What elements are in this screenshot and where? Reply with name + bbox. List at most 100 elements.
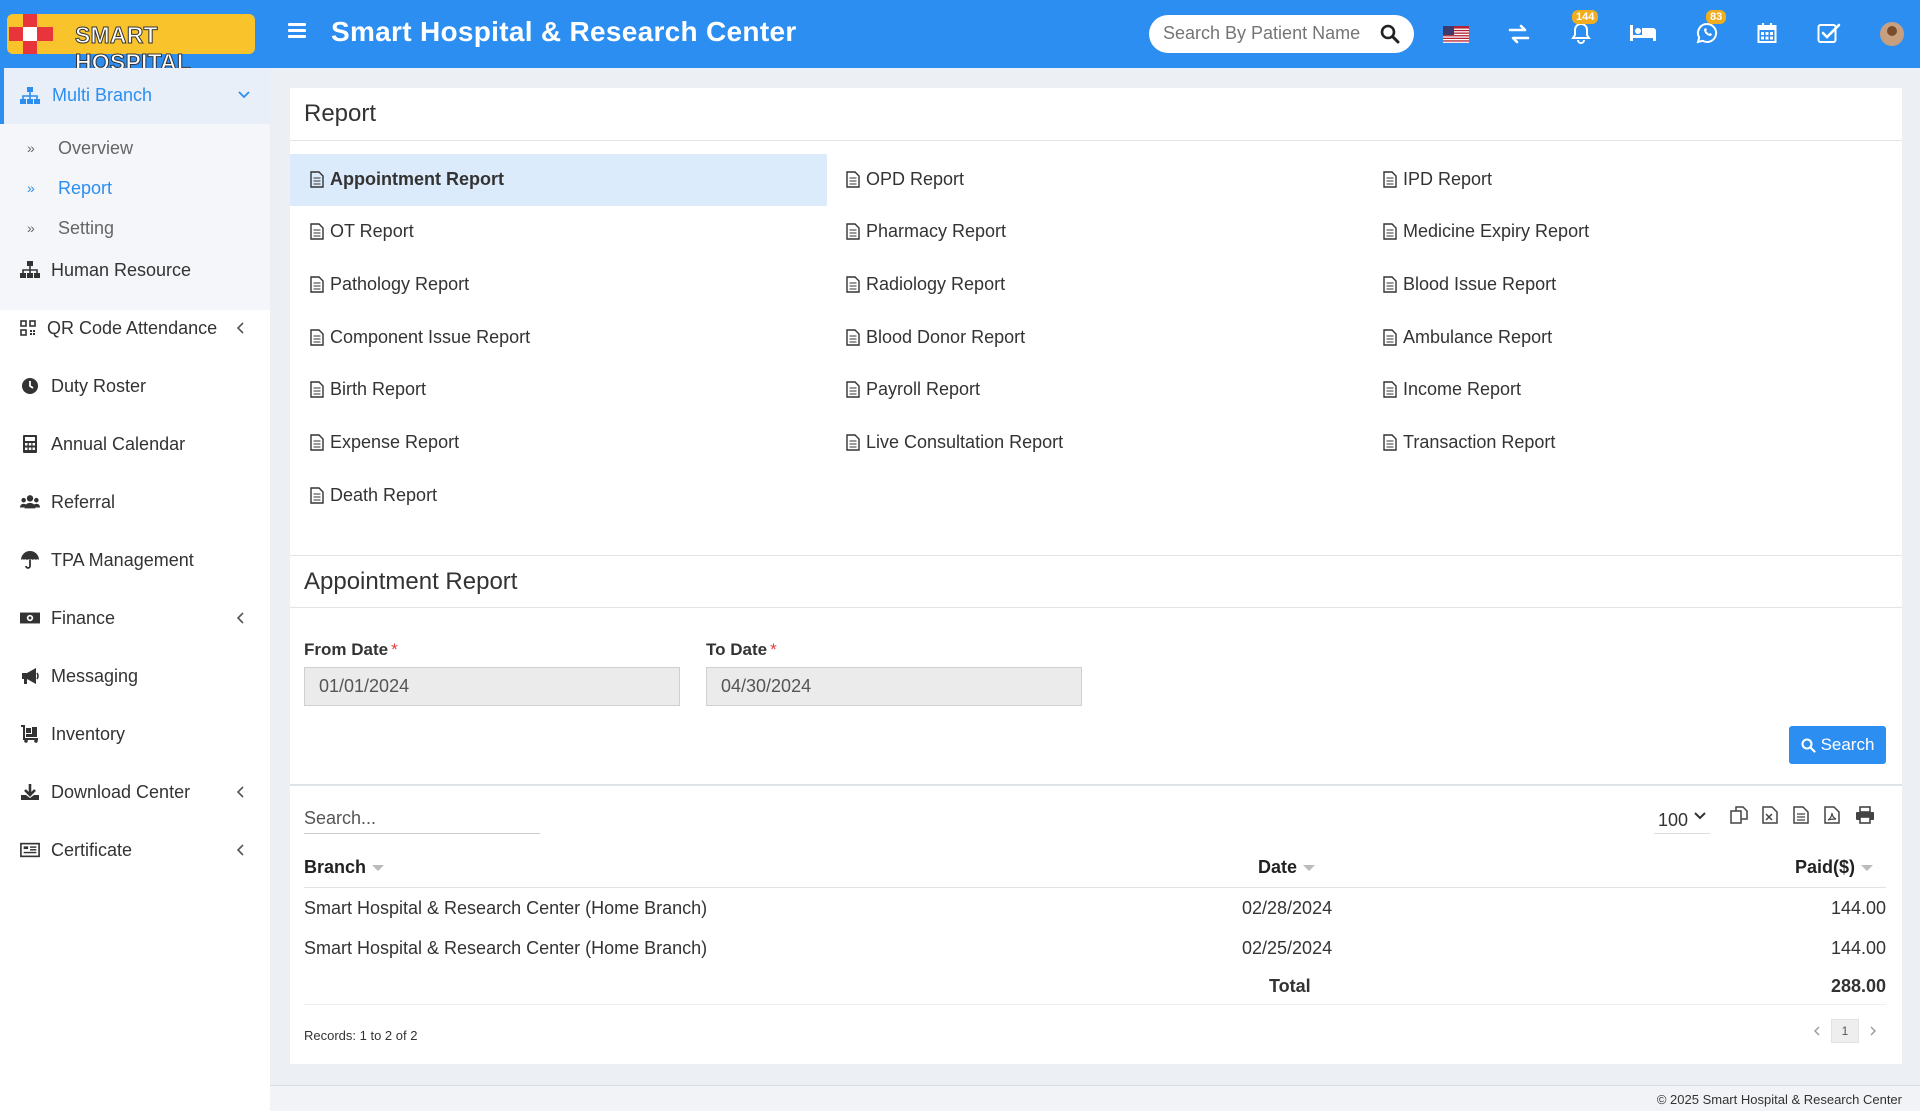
table-search-input[interactable]: Search...	[304, 804, 540, 834]
user-avatar[interactable]	[1880, 22, 1904, 46]
chevron-left-icon	[236, 786, 244, 798]
print-icon[interactable]	[1855, 806, 1875, 824]
bed-icon[interactable]	[1629, 24, 1657, 42]
sidebar-item-tpa-management[interactable]: TPA Management	[0, 540, 270, 580]
next-page-icon[interactable]	[1870, 1026, 1876, 1036]
sidebar-subitem-report[interactable]: » Report	[0, 170, 270, 206]
report-link[interactable]: Live Consultation Report	[846, 427, 1063, 457]
sidebar-subitem-setting[interactable]: » Setting	[0, 210, 270, 246]
column-header-date[interactable]: Date	[1258, 857, 1316, 878]
report-link[interactable]: IPD Report	[1383, 164, 1492, 194]
excel-icon[interactable]	[1762, 806, 1778, 824]
sidebar-item-finance[interactable]: Finance	[0, 598, 270, 638]
report-link[interactable]: OPD Report	[846, 164, 964, 194]
divider	[304, 1004, 1886, 1005]
sidebar-item-inventory[interactable]: Inventory	[0, 714, 270, 754]
column-header-paid[interactable]: Paid($)	[1795, 857, 1874, 878]
report-link[interactable]: Appointment Report	[310, 164, 504, 194]
cell-paid: 144.00	[1830, 938, 1886, 958]
from-date-input[interactable]: 01/01/2024	[304, 667, 680, 706]
chevron-left-icon	[236, 322, 244, 334]
divider	[290, 140, 1902, 141]
to-date-input[interactable]: 04/30/2024	[706, 667, 1082, 706]
report-link[interactable]: Blood Issue Report	[1383, 269, 1556, 299]
menu-toggle-icon[interactable]	[288, 23, 306, 39]
sidebar-subitem-overview[interactable]: » Overview	[0, 130, 270, 166]
sidebar-item-referral[interactable]: Referral	[0, 482, 270, 522]
sidebar-item-messaging[interactable]: Messaging	[0, 656, 270, 696]
report-link[interactable]: Radiology Report	[846, 269, 1005, 299]
whatsapp-icon[interactable]	[1696, 22, 1718, 44]
search-icon[interactable]	[1380, 24, 1400, 44]
bell-icon[interactable]	[1571, 22, 1591, 44]
report-link[interactable]: Birth Report	[310, 374, 426, 404]
report-link-label: OPD Report	[866, 168, 965, 189]
page-size-value: 100	[1658, 810, 1689, 830]
page-size-select[interactable]: 100	[1654, 806, 1710, 834]
sidebar-item-download-center[interactable]: Download Center	[0, 772, 270, 812]
sidebar-item-human-resource[interactable]: Human Resource	[0, 250, 270, 290]
report-link[interactable]: Ambulance Report	[1383, 322, 1552, 352]
page-number-button[interactable]: 1	[1831, 1019, 1859, 1043]
report-link[interactable]: Component Issue Report	[310, 322, 530, 352]
report-link-label: Radiology Report	[866, 273, 1006, 294]
sitemap-icon	[20, 87, 40, 104]
sidebar-item-annual-calendar[interactable]: Annual Calendar	[0, 424, 270, 464]
sidebar-item-multi-branch[interactable]: Multi Branch	[0, 68, 270, 124]
file-text-icon	[846, 328, 860, 346]
report-link[interactable]: Payroll Report	[846, 374, 980, 404]
sidebar-item-duty-roster[interactable]: Duty Roster	[0, 366, 270, 406]
report-link[interactable]: OT Report	[310, 216, 414, 246]
from-date-label: From Date *	[304, 640, 398, 659]
file-text-icon	[1383, 380, 1397, 398]
prev-page-icon[interactable]	[1814, 1026, 1820, 1036]
search-button-label: Search	[1820, 735, 1875, 754]
sitemap-icon	[20, 261, 40, 278]
sort-icon	[1861, 865, 1874, 872]
report-link[interactable]: Expense Report	[310, 427, 459, 457]
report-link-label: Medicine Expiry Report	[1403, 220, 1590, 241]
sidebar-item-qr-code-attendance[interactable]: QR Code Attendance	[0, 308, 270, 348]
search-button[interactable]: Search	[1789, 726, 1886, 764]
report-link[interactable]: Death Report	[310, 480, 437, 510]
sidebar-item-label: Duty Roster	[51, 376, 147, 396]
column-header-branch[interactable]: Branch	[304, 857, 385, 878]
patient-search-input[interactable]	[1163, 23, 1363, 44]
report-link[interactable]: Pharmacy Report	[846, 216, 1006, 246]
report-link[interactable]: Income Report	[1383, 374, 1521, 404]
report-link[interactable]: Medicine Expiry Report	[1383, 216, 1589, 246]
chevron-left-icon	[236, 844, 244, 856]
sidebar-item-label: Finance	[51, 608, 116, 628]
double-chevron-icon: »	[27, 220, 35, 236]
report-link[interactable]: Blood Donor Report	[846, 322, 1025, 352]
calculator-icon	[23, 435, 37, 453]
page-footer: © 2025 Smart Hospital & Research Center	[270, 1085, 1920, 1111]
bullhorn-icon	[22, 668, 39, 684]
pdf-icon[interactable]	[1824, 806, 1840, 824]
chevron-left-icon	[236, 612, 244, 624]
sidebar-item-label: Certificate	[51, 840, 133, 860]
csv-icon[interactable]	[1793, 806, 1809, 824]
branch-switch-icon[interactable]	[1508, 24, 1530, 44]
sidebar-item-label: QR Code Attendance	[47, 318, 218, 338]
us-flag-icon[interactable]	[1443, 26, 1469, 43]
sidebar-item-label: Multi Branch	[52, 85, 153, 105]
file-text-icon	[1383, 222, 1397, 240]
file-text-icon	[310, 275, 324, 293]
umbrella-icon	[21, 551, 39, 569]
task-check-icon[interactable]	[1817, 22, 1841, 44]
sidebar-subitem-label: Overview	[58, 138, 134, 158]
download-icon	[21, 784, 39, 800]
sidebar-item-certificate[interactable]: Certificate	[0, 830, 270, 870]
calendar-icon[interactable]	[1757, 22, 1777, 44]
file-text-icon	[1383, 328, 1397, 346]
users-icon	[20, 495, 40, 509]
divider	[290, 607, 1902, 608]
report-link-label: Income Report	[1403, 378, 1522, 399]
report-link[interactable]: Transaction Report	[1383, 427, 1555, 457]
copy-icon[interactable]	[1730, 806, 1748, 824]
clock-icon	[22, 378, 38, 394]
report-link[interactable]: Pathology Report	[310, 269, 469, 299]
file-text-icon	[846, 380, 860, 398]
hospital-logo[interactable]: SMART HOSPITAL	[7, 14, 255, 76]
